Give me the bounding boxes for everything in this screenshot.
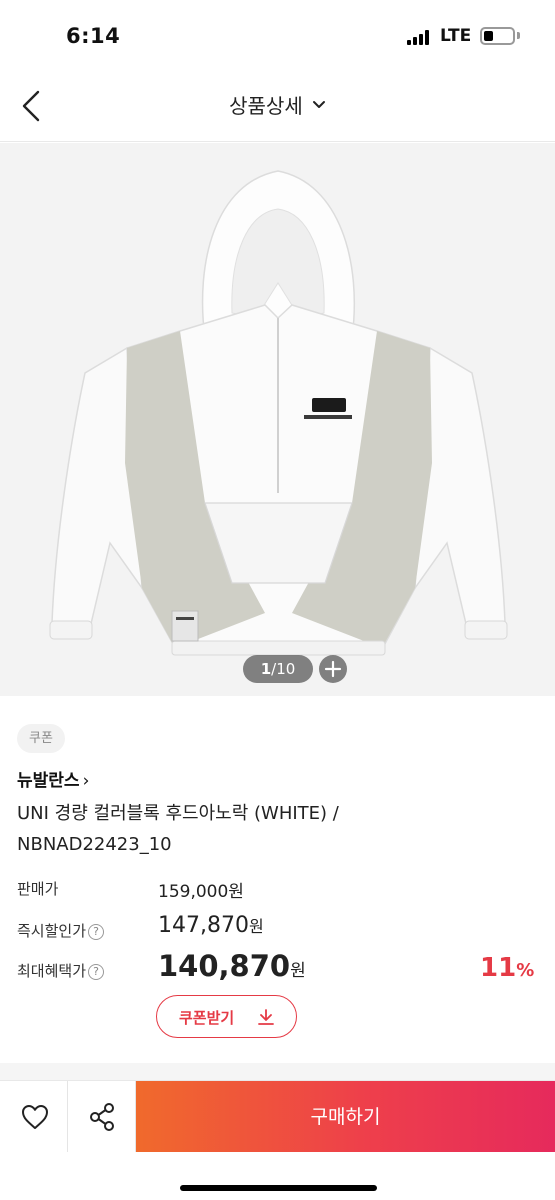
instant-price-label: 즉시할인가 xyxy=(17,922,87,940)
discount-rate: 11% xyxy=(480,953,534,983)
instant-price-label-wrap: 즉시할인가? xyxy=(17,920,105,941)
heart-icon xyxy=(22,1105,48,1129)
page-header: 상품상세 xyxy=(0,70,555,142)
max-benefit-value: 140,870 xyxy=(158,949,291,983)
instant-price-wrap: 147,870원 xyxy=(158,913,264,938)
sale-price-value: 159,000원 xyxy=(158,882,244,902)
image-counter-current: 1 xyxy=(260,660,272,678)
battery-tip xyxy=(517,32,520,39)
question-icon[interactable]: ? xyxy=(88,924,105,940)
max-benefit-wrap: 140,870원 xyxy=(158,949,306,983)
question-icon[interactable]: ? xyxy=(88,964,105,980)
download-icon xyxy=(258,1009,274,1025)
discount-value: 11 xyxy=(480,953,517,983)
chevron-down-icon xyxy=(312,100,325,108)
instant-price-value: 147,870 xyxy=(158,913,249,938)
coupon-button-label: 쿠폰받기 xyxy=(179,1009,235,1027)
image-counter-total: 10 xyxy=(276,660,296,678)
discount-unit: % xyxy=(516,960,535,981)
share-icon xyxy=(90,1103,114,1131)
buy-button[interactable]: 구매하기 xyxy=(136,1081,555,1153)
bottom-action-bar: 구매하기 xyxy=(0,1080,555,1153)
max-benefit-unit: 원 xyxy=(290,961,306,981)
brand-link[interactable]: 뉴발란스 › xyxy=(17,766,89,791)
brand-arrow-icon: › xyxy=(82,771,90,791)
network-label: LTE xyxy=(440,26,472,46)
wishlist-button[interactable] xyxy=(0,1081,68,1153)
sale-price-label: 판매가 xyxy=(17,880,59,898)
share-button[interactable] xyxy=(68,1081,136,1153)
section-divider xyxy=(0,1063,555,1080)
max-benefit-label: 최대혜택가 xyxy=(17,962,87,980)
max-benefit-label-wrap: 최대혜택가? xyxy=(17,960,105,981)
product-image[interactable] xyxy=(0,143,555,696)
header-title-dropdown[interactable]: 상품상세 xyxy=(0,90,555,119)
coupon-badge: 쿠폰 xyxy=(17,724,65,753)
instant-price-unit: 원 xyxy=(248,917,264,936)
plus-icon xyxy=(324,660,342,678)
image-zoom-button[interactable] xyxy=(319,655,347,683)
battery-icon xyxy=(480,27,515,45)
coupon-download-button[interactable]: 쿠폰받기 xyxy=(156,995,297,1038)
home-indicator[interactable] xyxy=(180,1185,377,1191)
image-counter: 1/10 xyxy=(243,655,313,683)
jacket-image xyxy=(49,170,508,656)
page-title: 상품상세 xyxy=(229,94,303,118)
signal-icon xyxy=(407,30,431,45)
home-area xyxy=(0,1152,555,1200)
product-name: UNI 경량 컬러블록 후드아노락 (WHITE) / NBNAD22423_1… xyxy=(17,803,339,855)
brand-name: 뉴발란스 xyxy=(17,771,80,791)
status-bar: 6:14 LTE xyxy=(0,0,555,70)
status-time: 6:14 xyxy=(66,24,121,48)
